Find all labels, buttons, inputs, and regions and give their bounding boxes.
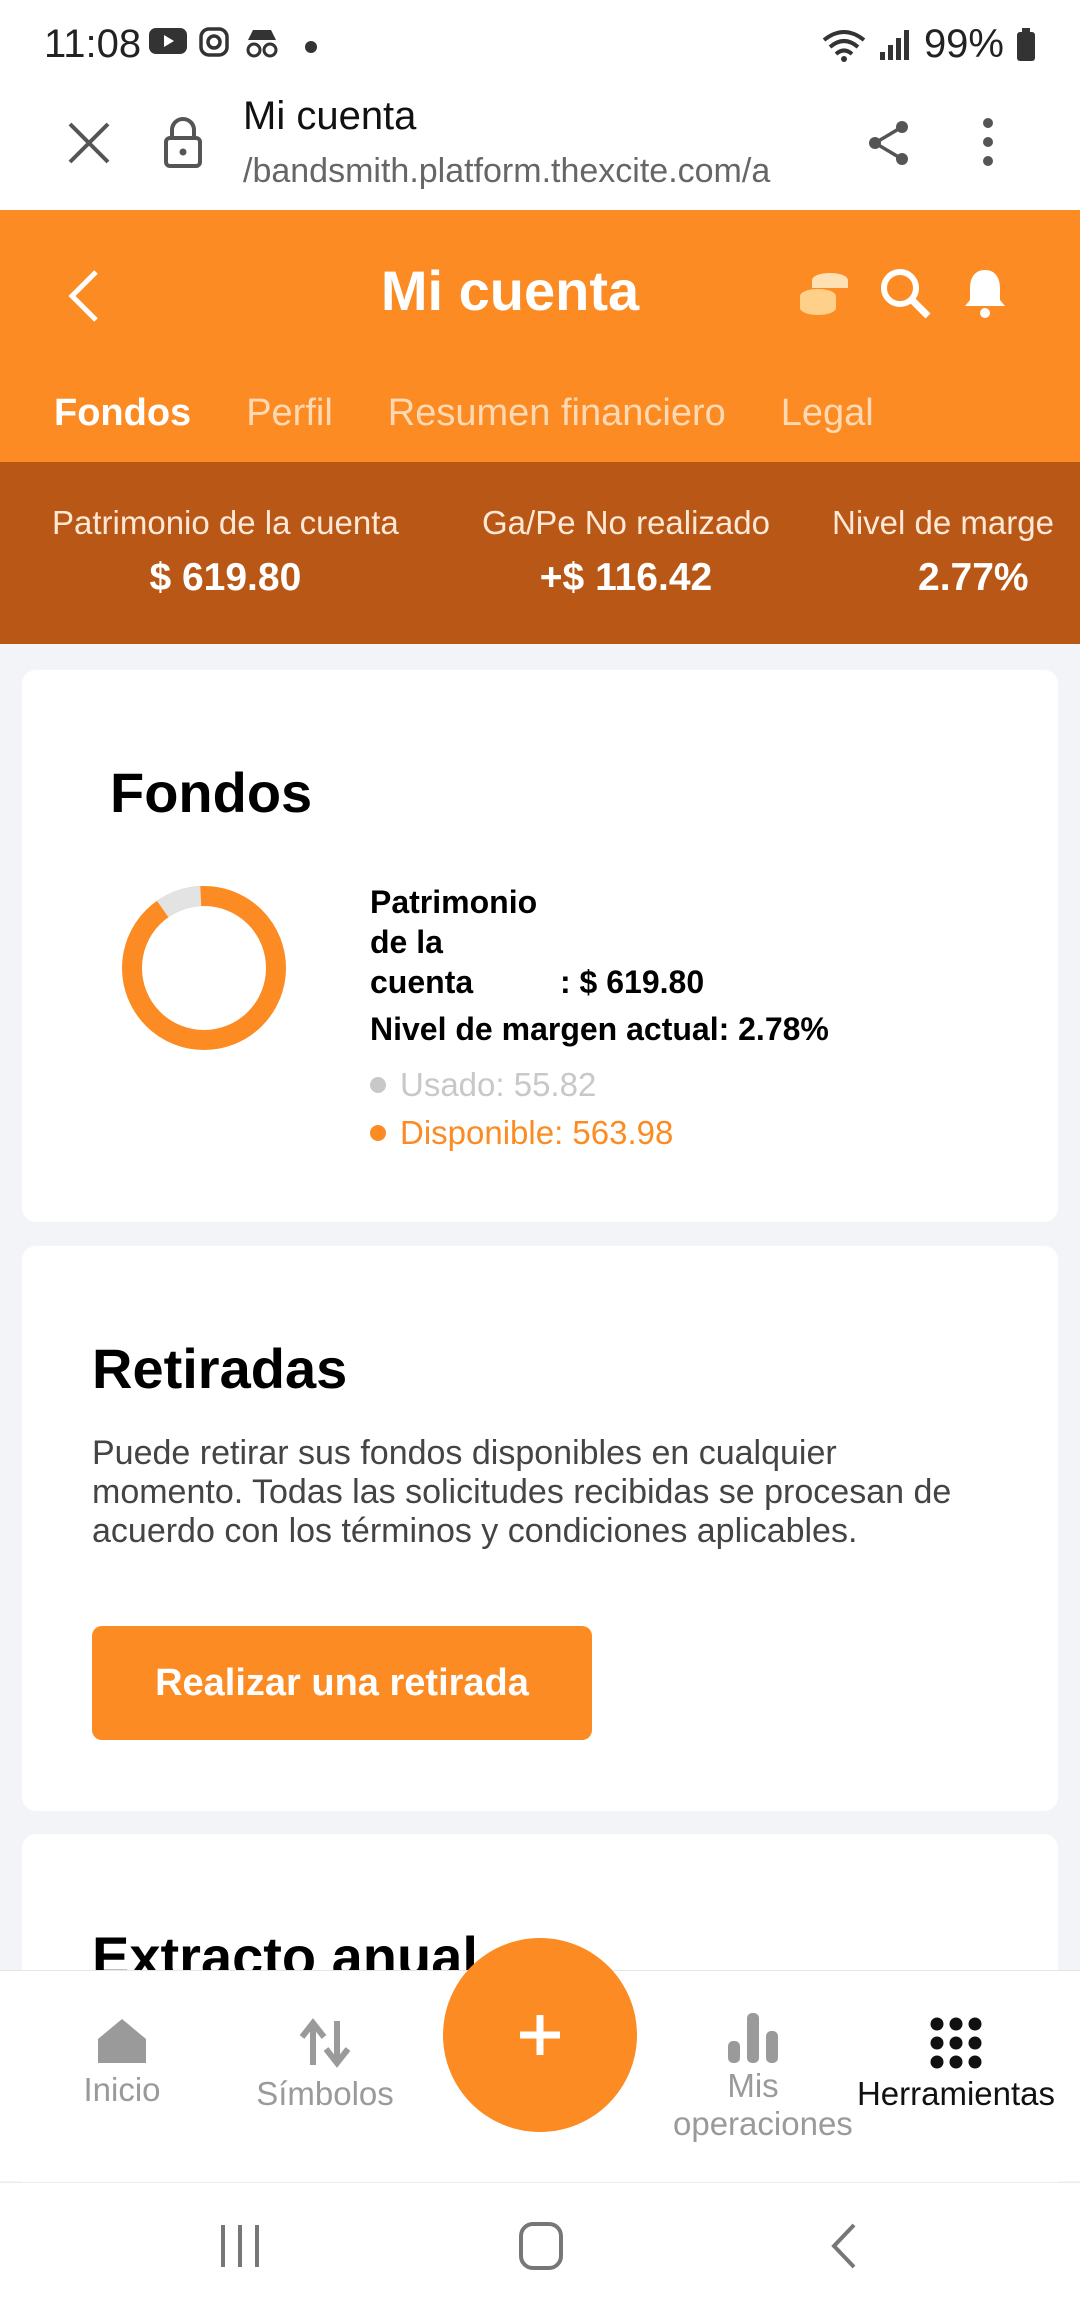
donut-used-segment (122, 886, 286, 1050)
nav-herramientas[interactable]: Herramientas (846, 1971, 1066, 2113)
fondos-title: Fondos (110, 761, 313, 824)
back-button-icon[interactable] (828, 2221, 858, 2271)
close-icon[interactable] (66, 120, 112, 166)
equity-value: : $ 619.80 (560, 964, 705, 1000)
status-right: 99% (822, 22, 1036, 67)
retiradas-title: Retiradas (92, 1337, 348, 1400)
margin-level-label: Nivel de margen actual: 2.78% (370, 1011, 829, 1047)
summary-margin-level: Nivel de marge 2.77% (832, 504, 1054, 599)
lock-icon (164, 117, 202, 168)
used-dot-icon (370, 1077, 386, 1093)
donut-available-segment (122, 886, 286, 1050)
equity-label-line3: cuenta (370, 964, 474, 1000)
tab-fondos[interactable]: Fondos (54, 392, 191, 435)
status-time: 11:08 (44, 22, 142, 66)
notification-dot-icon (305, 41, 317, 53)
legend-available: Disponible: 563.98 (370, 1114, 673, 1152)
bar-chart-icon (728, 2013, 778, 2063)
home-button-icon[interactable] (518, 2221, 564, 2271)
wifi-icon (822, 29, 866, 62)
search-icon[interactable] (878, 266, 932, 320)
available-dot-icon (370, 1125, 386, 1141)
fondos-card: Fondos Patrimonio de la cuenta : $ 619.8… (22, 670, 1058, 1222)
youtube-icon (149, 28, 187, 54)
browser-url[interactable]: /bandsmith.platform.thexcite.com/a (243, 152, 823, 191)
summary-equity: Patrimonio de la cuenta $ 619.80 (52, 504, 399, 599)
equity-label-line1: Patrimonio (370, 884, 538, 920)
more-vert-icon[interactable] (980, 116, 996, 168)
nav-mis-operaciones[interactable]: Mis operaciones (653, 1971, 853, 2143)
instagram-icon (199, 27, 229, 57)
retiradas-card: Retiradas Puede retirar sus fondos dispo… (22, 1246, 1058, 1811)
battery-percent: 99% (923, 22, 1004, 66)
incognito-icon (246, 30, 278, 58)
browser-bar: Mi cuenta /bandsmith.platform.thexcite.c… (0, 92, 1080, 210)
share-icon[interactable] (866, 118, 912, 168)
tab-perfil[interactable]: Perfil (246, 392, 333, 435)
swap-arrows-icon (299, 2018, 351, 2068)
summary-unrealized-pl: Ga/Pe No realizado +$ 116.42 (482, 504, 770, 599)
equity-label-line2: de la (370, 924, 443, 960)
recents-icon[interactable] (218, 2223, 262, 2269)
app-header: Mi cuenta Fondos Perfil Resumen financie… (0, 210, 1080, 462)
nav-inicio[interactable]: Inicio (22, 1971, 222, 2109)
tab-resumen-financiero[interactable]: Resumen financiero (388, 392, 726, 435)
plus-icon (520, 2015, 560, 2055)
system-nav-bar (0, 2182, 1080, 2317)
bell-icon[interactable] (962, 266, 1008, 320)
coins-icon[interactable] (796, 266, 852, 322)
status-bar: 11:08 99% (0, 0, 1080, 92)
account-summary-strip: Patrimonio de la cuenta $ 619.80 Ga/Pe N… (0, 462, 1080, 644)
battery-icon (1017, 27, 1035, 61)
page-title: Mi cuenta (380, 259, 640, 322)
browser-title: Mi cuenta (243, 94, 417, 138)
funds-donut-chart (122, 886, 286, 1050)
nav-simbolos[interactable]: Símbolos (225, 1971, 425, 2113)
retiradas-description: Puede retirar sus fondos disponibles en … (92, 1434, 952, 1550)
home-icon (98, 2019, 146, 2063)
signal-icon (879, 29, 909, 60)
grid-dots-icon (930, 2017, 982, 2069)
tab-legal[interactable]: Legal (781, 392, 874, 435)
add-fab-button[interactable] (443, 1938, 637, 2132)
legend-used: Usado: 55.82 (370, 1066, 596, 1104)
tab-bar: Fondos Perfil Resumen financiero Legal (54, 392, 874, 435)
withdraw-button[interactable]: Realizar una retirada (92, 1626, 592, 1740)
